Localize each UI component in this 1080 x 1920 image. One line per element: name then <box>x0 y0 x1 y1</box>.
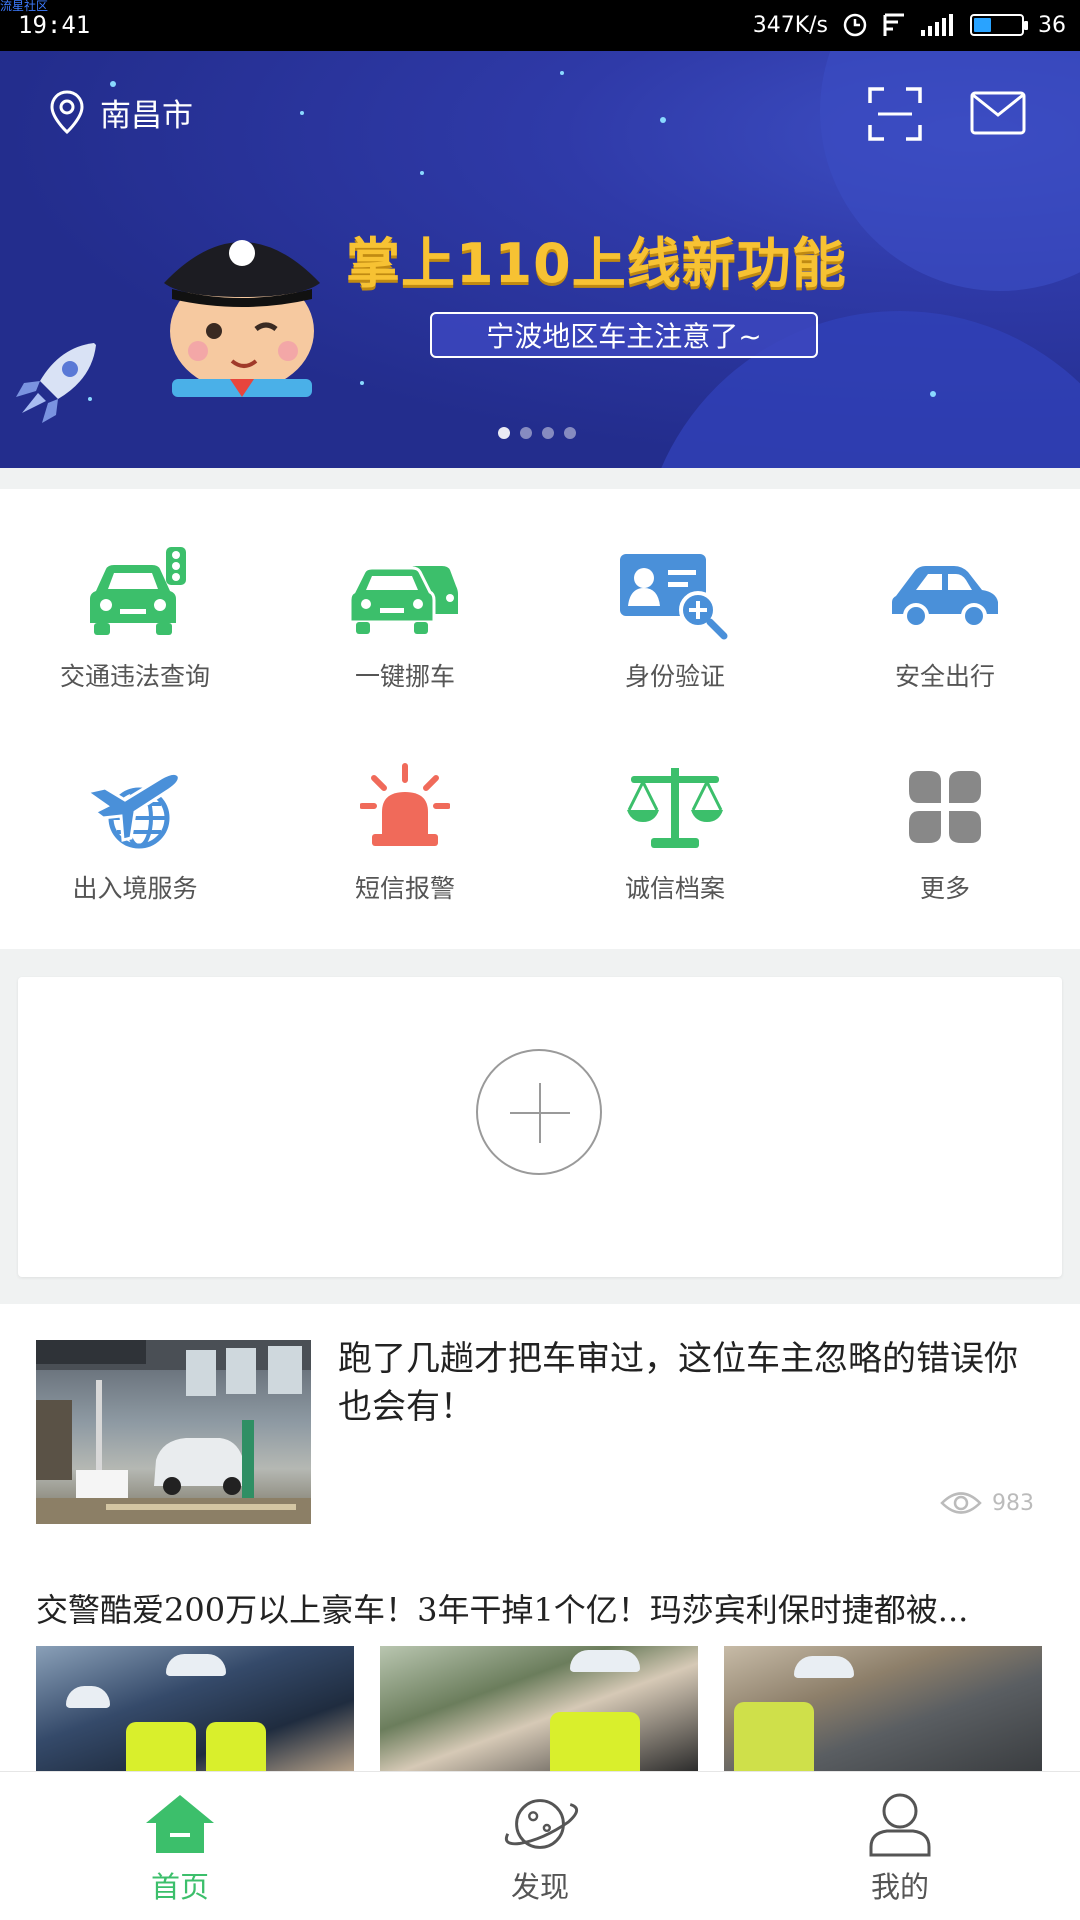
id-card-search-icon <box>620 545 730 645</box>
banner-planet-decoration <box>820 51 1080 291</box>
plane-globe-icon <box>80 757 190 857</box>
feature-move-car[interactable]: 一键挪车 <box>270 545 540 735</box>
feature-sms-alarm[interactable]: 短信报警 <box>270 757 540 947</box>
feature-safe-travel[interactable]: 安全出行 <box>810 545 1080 735</box>
tab-discover[interactable]: 发现 <box>360 1772 720 1920</box>
promo-banner[interactable]: 南昌市 掌上110上线新功能 宁波地区车主注意了~ <box>0 51 1080 468</box>
cell-signal-icon <box>920 13 956 37</box>
feature-label: 一键挪车 <box>354 662 455 691</box>
alarm-light-icon <box>350 757 460 857</box>
news-title: 跑了几趟才把车审过，这位车主忽略的错误你也会有！ <box>338 1339 1018 1427</box>
scan-icon[interactable] <box>868 87 922 141</box>
location-pin-icon <box>50 90 84 135</box>
eye-icon <box>940 1492 982 1514</box>
tab-label: 我的 <box>870 1870 929 1904</box>
battery-percent: 36 <box>1038 12 1066 38</box>
location-label: 南昌市 <box>100 97 193 134</box>
feature-credit-record[interactable]: 诚信档案 <box>540 757 810 947</box>
banner-page-dot[interactable] <box>520 427 532 439</box>
car-traffic-light-icon <box>80 545 190 645</box>
view-count-value: 983 <box>992 1490 1034 1516</box>
profile-icon <box>860 1788 940 1860</box>
tab-label: 发现 <box>510 1870 569 1904</box>
news-image[interactable] <box>36 1646 354 1772</box>
section-divider <box>0 468 1080 489</box>
battery-icon <box>970 14 1028 36</box>
banner-page-dot[interactable] <box>498 427 510 439</box>
status-bar: 流星社区 19:41 347K/s 36 <box>0 0 1080 51</box>
feature-label: 出入境服务 <box>72 874 198 903</box>
add-widget-section <box>0 949 1080 1304</box>
news-thumbnail <box>36 1340 311 1524</box>
planet-icon <box>500 1788 580 1860</box>
feature-entry-exit-service[interactable]: 出入境服务 <box>0 757 270 947</box>
status-time: 19:41 <box>18 11 91 39</box>
banner-subline: 宁波地区车主注意了~ <box>430 312 818 358</box>
feature-more[interactable]: 更多 <box>810 757 1080 947</box>
car-icon <box>890 545 1000 645</box>
home-icon <box>140 1788 220 1860</box>
feature-grid: 交通违法查询 一键挪车 身份验证 安全出行 出入境服务 短信报警 诚信档案 更多 <box>0 489 1080 949</box>
feature-label: 更多 <box>919 874 970 903</box>
location-selector[interactable]: 南昌市 <box>48 89 193 135</box>
news-image[interactable] <box>724 1646 1042 1772</box>
more-grid-icon <box>890 757 1000 857</box>
banner-page-dot[interactable] <box>564 427 576 439</box>
add-widget-button[interactable] <box>476 1049 602 1175</box>
battery-level-fill <box>974 18 991 32</box>
network-speed: 347K/s <box>752 12 828 38</box>
feature-label: 安全出行 <box>894 662 995 691</box>
banner-page-dot[interactable] <box>542 427 554 439</box>
police-mascot-illustration <box>164 240 320 397</box>
mail-icon[interactable] <box>970 91 1026 135</box>
news-item[interactable]: 跑了几趟才把车审过，这位车主忽略的错误你也会有！ 983 <box>0 1305 1080 1545</box>
feature-traffic-violation-query[interactable]: 交通违法查询 <box>0 545 270 735</box>
tab-profile[interactable]: 我的 <box>720 1772 1080 1920</box>
feature-label: 交通违法查询 <box>59 662 210 691</box>
signal-f-icon <box>882 12 906 38</box>
feature-label: 身份验证 <box>624 662 725 691</box>
banner-headline: 掌上110上线新功能 <box>346 232 847 295</box>
feature-label: 短信报警 <box>354 874 455 903</box>
tab-home[interactable]: 首页 <box>0 1772 360 1920</box>
alarm-icon <box>842 12 868 38</box>
feature-identity-verification[interactable]: 身份验证 <box>540 545 810 735</box>
bottom-tab-bar: 首页 发现 我的 <box>0 1771 1080 1920</box>
news-title[interactable]: 交警酷爱200万以上豪车！3年干掉1个亿！玛莎宾利保时捷都被... <box>36 1585 1046 1631</box>
news-view-count: 983 <box>940 1490 1034 1516</box>
tab-label: 首页 <box>150 1870 209 1904</box>
rocket-illustration <box>16 343 96 423</box>
news-image[interactable] <box>380 1646 698 1772</box>
feature-label: 诚信档案 <box>624 874 725 903</box>
two-cars-icon <box>350 545 460 645</box>
banner-pagination <box>498 427 576 439</box>
add-widget-card <box>18 977 1062 1277</box>
scales-icon <box>620 757 730 857</box>
